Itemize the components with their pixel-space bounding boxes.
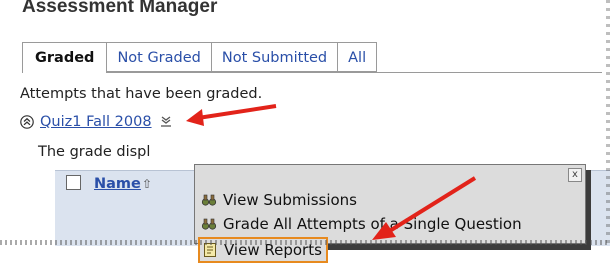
tab-not-graded[interactable]: Not Graded bbox=[106, 42, 211, 72]
binoculars-icon bbox=[201, 194, 217, 206]
select-all-checkbox[interactable] bbox=[66, 175, 81, 190]
sort-icon[interactable]: ⇧ bbox=[142, 177, 152, 191]
arrow-to-menu-icon bbox=[186, 104, 277, 126]
binoculars-icon bbox=[201, 218, 217, 230]
tab-all[interactable]: All bbox=[337, 42, 378, 72]
section-description: Attempts that have been graded. bbox=[20, 86, 263, 102]
name-column-header[interactable]: Name bbox=[94, 176, 141, 192]
close-icon[interactable]: x bbox=[568, 168, 582, 182]
menu-item-label: View Submissions bbox=[223, 191, 357, 209]
quiz-row: Quiz1 Fall 2008 bbox=[20, 114, 172, 130]
context-menu-icon[interactable] bbox=[160, 115, 172, 129]
cropped-text-edge bbox=[0, 240, 610, 245]
tab-not-submitted[interactable]: Not Submitted bbox=[210, 42, 338, 72]
quiz-link[interactable]: Quiz1 Fall 2008 bbox=[40, 114, 152, 130]
tab-bar: Graded Not Graded Not Submitted All bbox=[22, 42, 378, 73]
cropped-right-edge bbox=[606, 0, 610, 245]
page-title: Assessment Manager bbox=[22, 0, 218, 17]
grade-display-text: The grade displ bbox=[38, 144, 151, 160]
tab-graded[interactable]: Graded bbox=[22, 42, 107, 73]
menu-item-grade-all-attempts[interactable]: Grade All Attempts of a Single Question bbox=[201, 213, 522, 235]
menu-item-view-submissions[interactable]: View Submissions bbox=[201, 189, 357, 211]
menu-item-label: Grade All Attempts of a Single Question bbox=[223, 215, 522, 233]
collapse-icon[interactable] bbox=[20, 115, 34, 129]
context-menu-popup: x View Submissions Grade All Attempts of… bbox=[194, 164, 586, 263]
